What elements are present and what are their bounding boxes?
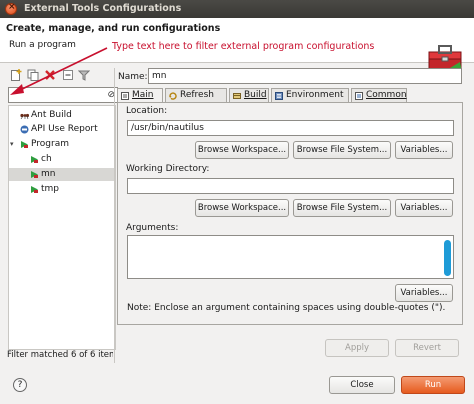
duplicate-config-icon[interactable] (27, 69, 39, 81)
name-field[interactable]: mn (148, 68, 462, 84)
browse-file-system-button[interactable]: Browse File System... (293, 199, 391, 217)
browse-file-system-button[interactable]: Browse File System... (293, 141, 391, 159)
close-button[interactable]: Close (329, 376, 395, 394)
filter-input[interactable]: ⊘ (8, 87, 118, 103)
header-subtitle: Run a program (9, 40, 76, 50)
arguments-textarea[interactable] (127, 235, 454, 279)
tab-environment[interactable]: Environment (271, 88, 349, 102)
browse-workspace-button[interactable]: Browse Workspace... (195, 141, 289, 159)
apply-button[interactable]: Apply (325, 339, 389, 357)
dialog-window: × External Tools Configurations Create, … (0, 0, 474, 404)
tab-refresh[interactable]: Refresh (165, 88, 227, 102)
tree-item-ch[interactable]: ch (9, 153, 115, 166)
revert-button[interactable]: Revert (395, 339, 459, 357)
tab-main[interactable]: Main (117, 88, 163, 103)
program-icon (21, 141, 28, 148)
main-tab-icon (121, 92, 129, 100)
variables-button[interactable]: Variables... (395, 141, 453, 159)
filter-config-icon[interactable] (78, 69, 90, 81)
configuration-tree: Ant Build API Use Report ▾ Program ch mn (8, 105, 116, 350)
arguments-variables-button[interactable]: Variables... (395, 284, 453, 302)
tree-item-ant-build[interactable]: Ant Build (9, 109, 115, 122)
location-field[interactable]: /usr/bin/nautilus (127, 120, 454, 136)
list-toolbar (8, 68, 108, 84)
tab-common[interactable]: Common (351, 88, 407, 102)
new-config-icon[interactable] (10, 69, 22, 81)
browse-workspace-button[interactable]: Browse Workspace... (195, 199, 289, 217)
ant-icon (20, 113, 29, 120)
tree-item-label: mn (41, 169, 56, 179)
tree-item-label: API Use Report (31, 124, 98, 134)
tab-label: Main (132, 90, 154, 100)
panel-divider[interactable] (114, 68, 115, 363)
report-icon (20, 125, 29, 134)
delete-config-icon[interactable] (44, 69, 56, 81)
filter-status: Filter matched 6 of 6 item (7, 350, 113, 360)
arguments-group: Arguments: Variables... Note: Enclose an… (124, 223, 458, 318)
program-icon (31, 171, 38, 178)
filter-hint-annotation: Type text here to filter external progra… (112, 41, 375, 52)
tree-item-label: Program (31, 139, 69, 149)
tree-item-program[interactable]: ▾ Program (9, 138, 115, 151)
working-directory-label: Working Directory: (126, 164, 210, 174)
tree-item-tmp[interactable]: tmp (9, 183, 115, 196)
tab-label: Common (366, 90, 407, 100)
working-directory-field[interactable] (127, 178, 454, 194)
working-directory-group: Working Directory: Browse Workspace... B… (124, 164, 458, 222)
help-icon[interactable]: ? (13, 378, 27, 392)
refresh-icon (169, 92, 177, 100)
tab-label: Environment (286, 90, 344, 100)
location-label: Location: (126, 106, 168, 116)
close-icon: × (8, 2, 16, 12)
environment-icon (275, 92, 283, 100)
program-icon (31, 156, 38, 163)
tree-item-label: Ant Build (31, 110, 72, 120)
location-group: Location: /usr/bin/nautilus Browse Works… (124, 106, 458, 164)
tab-build[interactable]: Build (229, 88, 269, 102)
name-label: Name: (118, 72, 148, 82)
title-bar: × External Tools Configurations (0, 0, 474, 18)
tree-item-label: ch (41, 154, 52, 164)
build-icon (233, 93, 241, 99)
tab-label: Build (244, 90, 267, 100)
arguments-scrollbar[interactable] (444, 240, 451, 276)
collapse-all-icon[interactable] (62, 69, 74, 81)
dialog-header: Create, manage, and run configurations R… (0, 18, 474, 73)
tree-item-label: tmp (41, 184, 60, 194)
expand-arrow-icon[interactable]: ▾ (10, 138, 14, 151)
tree-item-mn[interactable]: mn (9, 168, 115, 181)
window-title: External Tools Configurations (24, 3, 182, 14)
configuration-list-panel: ⊘ Ant Build API Use Report ▾ Program ch (4, 67, 118, 362)
main-tab-panel: Location: /usr/bin/nautilus Browse Works… (117, 102, 463, 325)
tab-label: Refresh (180, 90, 214, 100)
arguments-label: Arguments: (126, 223, 179, 233)
tree-item-api-use-report[interactable]: API Use Report (9, 123, 115, 136)
window-close-button[interactable]: × (5, 2, 17, 15)
config-tabs: Main Refresh Build Environment Common (117, 88, 463, 103)
program-icon (31, 186, 38, 193)
arguments-note: Note: Enclose an argument containing spa… (127, 303, 446, 313)
common-icon (355, 92, 363, 100)
header-title: Create, manage, and run configurations (6, 23, 221, 34)
variables-button[interactable]: Variables... (395, 199, 453, 217)
run-button[interactable]: Run (401, 376, 465, 394)
